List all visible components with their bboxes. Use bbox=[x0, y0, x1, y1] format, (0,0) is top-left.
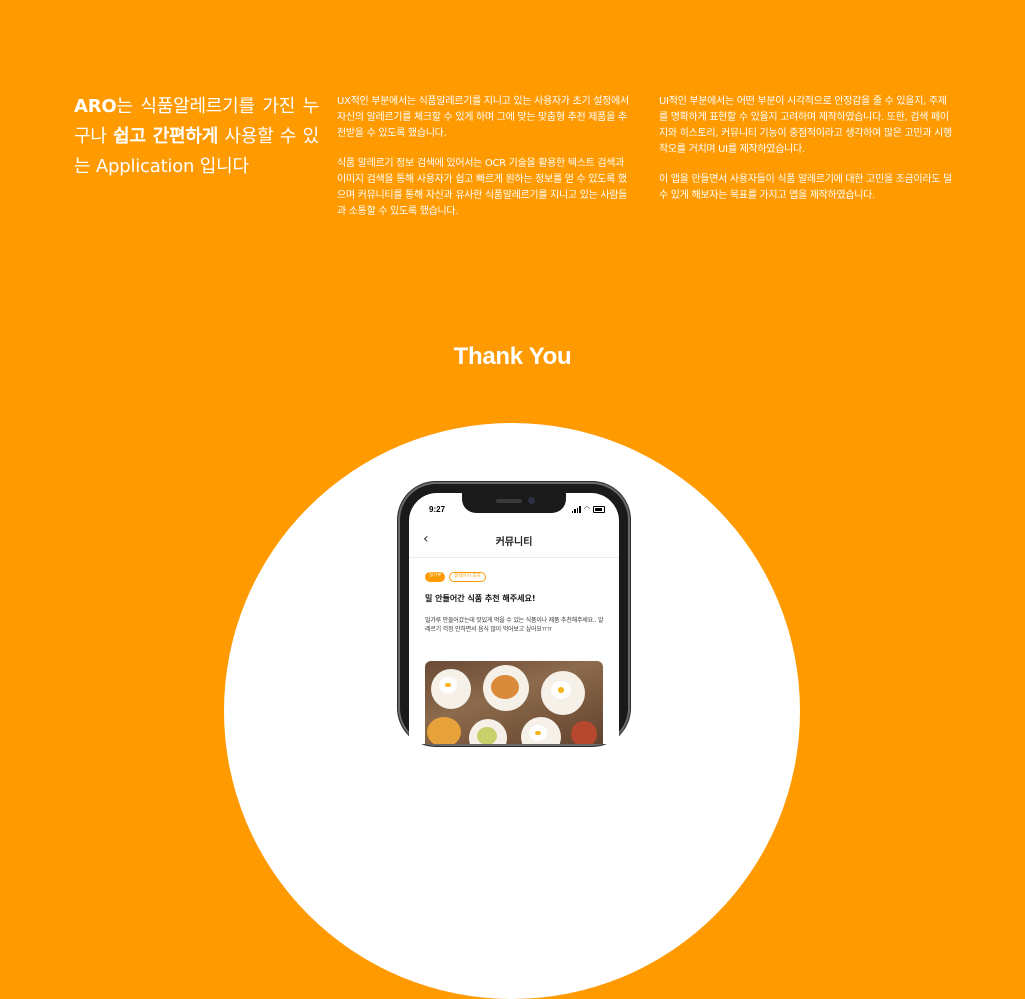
ui-paragraph-1: UI적인 부분에서는 어떤 부분이 시각적으로 안정감을 줄 수 있을지, 주제… bbox=[659, 96, 952, 155]
phone-mockup: 9:27 ◠ ‹ 커뮤니티 밀가루 알레르기 조치 밀 안들어간 식품 추천 해… bbox=[400, 484, 628, 744]
ux-description: UX적인 부분에서는 식품알레르기를 지니고 있는 사용자가 초기 설정에서 자… bbox=[337, 94, 632, 234]
intro-text: ARO는 식품알레르기를 가진 누구나 쉽고 간편하게 사용할 수 있는 App… bbox=[74, 92, 319, 182]
post-photo bbox=[425, 661, 603, 744]
thank-you-heading: Thank You bbox=[453, 343, 572, 370]
intro-emphasis: 쉽고 간편하게 bbox=[113, 126, 219, 147]
tag-flour[interactable]: 밀가루 bbox=[425, 572, 446, 582]
ux-paragraph-2: 식품 알레르기 정보 검색에 있어서는 OCR 기술을 활용한 텍스트 검색과 … bbox=[337, 158, 628, 217]
wifi-icon: ◠ bbox=[583, 505, 590, 513]
phone-screen: 9:27 ◠ ‹ 커뮤니티 밀가루 알레르기 조치 밀 안들어간 식품 추천 해… bbox=[409, 493, 619, 744]
ux-paragraph-1: UX적인 부분에서는 식품알레르기를 지니고 있는 사용자가 초기 설정에서 자… bbox=[337, 96, 629, 139]
tag-allergy-action[interactable]: 알레르기 조치 bbox=[449, 572, 486, 582]
page-title: 커뮤니티 bbox=[495, 537, 533, 548]
post-tags: 밀가루 알레르기 조치 bbox=[425, 572, 486, 582]
battery-icon bbox=[593, 505, 605, 513]
phone-notch bbox=[462, 493, 566, 513]
app-navbar: ‹ 커뮤니티 bbox=[409, 523, 619, 558]
speaker-grille bbox=[496, 499, 522, 503]
camera-icon bbox=[528, 497, 535, 504]
status-icons: ◠ bbox=[571, 505, 605, 513]
ui-paragraph-2: 이 앱을 만들면서 사용자들이 식품 알레르기에 대한 고민을 조금이라도 덜 … bbox=[659, 174, 952, 201]
post-title: 밀 안들어간 식품 추천 해주세요! bbox=[425, 594, 536, 603]
post-body: 밀가루 안들어갔는데 맛있게 먹을 수 있는 식품이나 제품 추천해주세요.. … bbox=[425, 617, 604, 633]
brand-name: ARO bbox=[74, 96, 117, 117]
ui-description: UI적인 부분에서는 어떤 부분이 시각적으로 안정감을 줄 수 있을지, 주제… bbox=[659, 94, 954, 218]
signal-icon bbox=[571, 506, 581, 513]
status-time: 9:27 bbox=[429, 505, 446, 514]
